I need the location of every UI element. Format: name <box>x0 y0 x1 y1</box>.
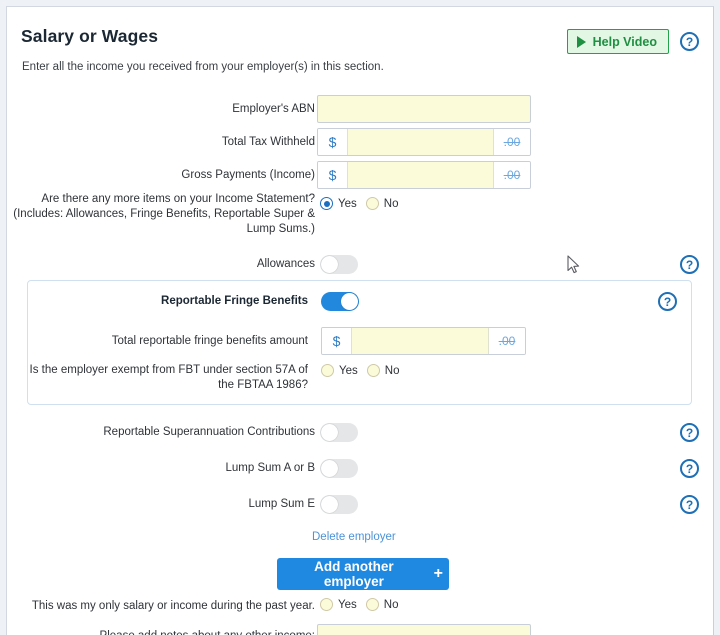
toggle-knob <box>321 424 338 441</box>
radio-label: Yes <box>339 364 358 377</box>
help-video-button[interactable]: Help Video <box>566 29 669 54</box>
fringe-amount-group: $ .00 <box>321 327 526 355</box>
help-video-label: Help Video <box>592 34 657 49</box>
row-fringe-amount: Total reportable fringe benefits amount … <box>28 327 691 355</box>
radio-dot-icon <box>366 364 380 377</box>
page-background: Salary or Wages Enter all the income you… <box>0 0 720 635</box>
delete-employer-link[interactable]: Delete employer <box>312 531 396 543</box>
radio-dot-icon <box>321 364 334 377</box>
help-icon-header[interactable]: ? <box>680 32 699 51</box>
more-items-radio-no[interactable]: No <box>365 197 399 210</box>
row-lump-sum-ab: Lump Sum A or B ? <box>7 459 713 479</box>
label-fbt-exempt-question: Is the employer exempt from FBT under se… <box>29 364 308 391</box>
radio-dot-icon <box>320 197 333 210</box>
allowances-toggle[interactable] <box>320 255 358 274</box>
label-gross-payments: Gross Payments (Income) <box>181 169 315 181</box>
more-items-radio-group: Yes No <box>320 197 398 210</box>
label-lump-sum-ab: Lump Sum A or B <box>225 462 316 474</box>
play-icon <box>576 35 586 48</box>
reportable-fringe-benefits-panel: Reportable Fringe Benefits ? Total repor… <box>27 280 692 405</box>
label-total-tax-withheld: Total Tax Withheld <box>221 136 315 148</box>
toggle-knob <box>321 496 338 513</box>
add-another-employer-button[interactable]: Add another employer + <box>277 558 449 590</box>
radio-dot-icon <box>365 598 379 611</box>
fbt-exempt-radio-yes[interactable]: Yes <box>321 364 358 377</box>
only-salary-radio-yes[interactable]: Yes <box>320 598 357 611</box>
row-allowances: Allowances ? <box>7 255 713 275</box>
row-more-items-question: Are there any more items on your Income … <box>7 192 713 240</box>
page-title: Salary or Wages <box>21 26 159 46</box>
intro-text: Enter all the income you received from y… <box>22 61 384 73</box>
radio-label: Yes <box>338 598 357 611</box>
label-employer-abn: Employer's ABN <box>232 103 315 115</box>
radio-label: No <box>383 197 399 210</box>
help-icon-lump-sum-ab[interactable]: ? <box>680 459 699 478</box>
fbt-exempt-radio-no[interactable]: No <box>366 364 400 377</box>
label-other-income-notes: Please add notes about any other income: <box>100 629 315 635</box>
only-salary-radio-no[interactable]: No <box>365 598 399 611</box>
radio-label: No <box>384 364 400 377</box>
row-other-income-notes: Please add notes about any other income: <box>7 624 713 635</box>
row-gross-payments: Gross Payments (Income) $ .00 <box>7 161 713 189</box>
row-employer-abn: Employer's ABN <box>7 95 713 123</box>
plus-icon: + <box>433 565 443 582</box>
help-icon-fringe-benefits[interactable]: ? <box>658 292 677 311</box>
add-employer-label: Add another employer <box>314 559 394 589</box>
lump-sum-e-toggle[interactable] <box>320 495 358 514</box>
radio-dot-icon <box>320 598 333 611</box>
currency-symbol-icon: $ <box>318 129 347 155</box>
label-allowances: Allowances <box>256 258 315 270</box>
row-super-contributions: Reportable Superannuation Contributions … <box>7 423 713 443</box>
currency-symbol-icon: $ <box>322 328 351 354</box>
row-only-salary-question: This was my only salary or income during… <box>7 598 713 618</box>
row-fbt-exempt-question: Is the employer exempt from FBT under se… <box>28 363 691 395</box>
employer-abn-input[interactable] <box>317 95 531 123</box>
more-items-radio-yes[interactable]: Yes <box>320 197 357 210</box>
label-fringe-amount: Total reportable fringe benefits amount <box>111 335 308 347</box>
radio-dot-icon <box>365 197 379 210</box>
only-salary-radio-group: Yes No <box>320 598 398 611</box>
cents-suffix: .00 <box>494 129 530 155</box>
toggle-knob <box>341 293 358 310</box>
label-super-contributions: Reportable Superannuation Contributions <box>103 426 315 438</box>
cents-suffix: .00 <box>494 162 530 188</box>
reportable-fringe-benefits-toggle[interactable] <box>321 292 359 311</box>
super-contributions-toggle[interactable] <box>320 423 358 442</box>
label-only-salary-question: This was my only salary or income during… <box>31 600 315 612</box>
label-lump-sum-e: Lump Sum E <box>248 498 315 510</box>
row-total-tax-withheld: Total Tax Withheld $ .00 <box>7 128 713 156</box>
fringe-amount-input[interactable] <box>351 328 489 354</box>
salary-or-wages-card: Salary or Wages Enter all the income you… <box>6 6 714 635</box>
cents-suffix: .00 <box>489 328 525 354</box>
card-header: Salary or Wages Enter all the income you… <box>7 7 713 75</box>
total-tax-withheld-group: $ .00 <box>317 128 531 156</box>
currency-symbol-icon: $ <box>318 162 347 188</box>
radio-label: No <box>383 598 399 611</box>
label-more-items-question: Are there any more items on your Income … <box>13 193 315 235</box>
gross-payments-input[interactable] <box>347 162 494 188</box>
radio-label: Yes <box>338 197 357 210</box>
total-tax-withheld-input[interactable] <box>347 129 494 155</box>
row-lump-sum-e: Lump Sum E ? <box>7 495 713 515</box>
other-income-notes-input[interactable] <box>317 624 531 635</box>
help-icon-lump-sum-e[interactable]: ? <box>680 495 699 514</box>
toggle-knob <box>321 256 338 273</box>
lump-sum-ab-toggle[interactable] <box>320 459 358 478</box>
toggle-knob <box>321 460 338 477</box>
gross-payments-group: $ .00 <box>317 161 531 189</box>
fbt-exempt-radio-group: Yes No <box>321 364 399 377</box>
row-fringe-benefits-toggle: Reportable Fringe Benefits ? <box>28 292 691 312</box>
help-icon-super-contributions[interactable]: ? <box>680 423 699 442</box>
help-icon-allowances[interactable]: ? <box>680 255 699 274</box>
label-reportable-fringe-benefits: Reportable Fringe Benefits <box>161 295 308 307</box>
